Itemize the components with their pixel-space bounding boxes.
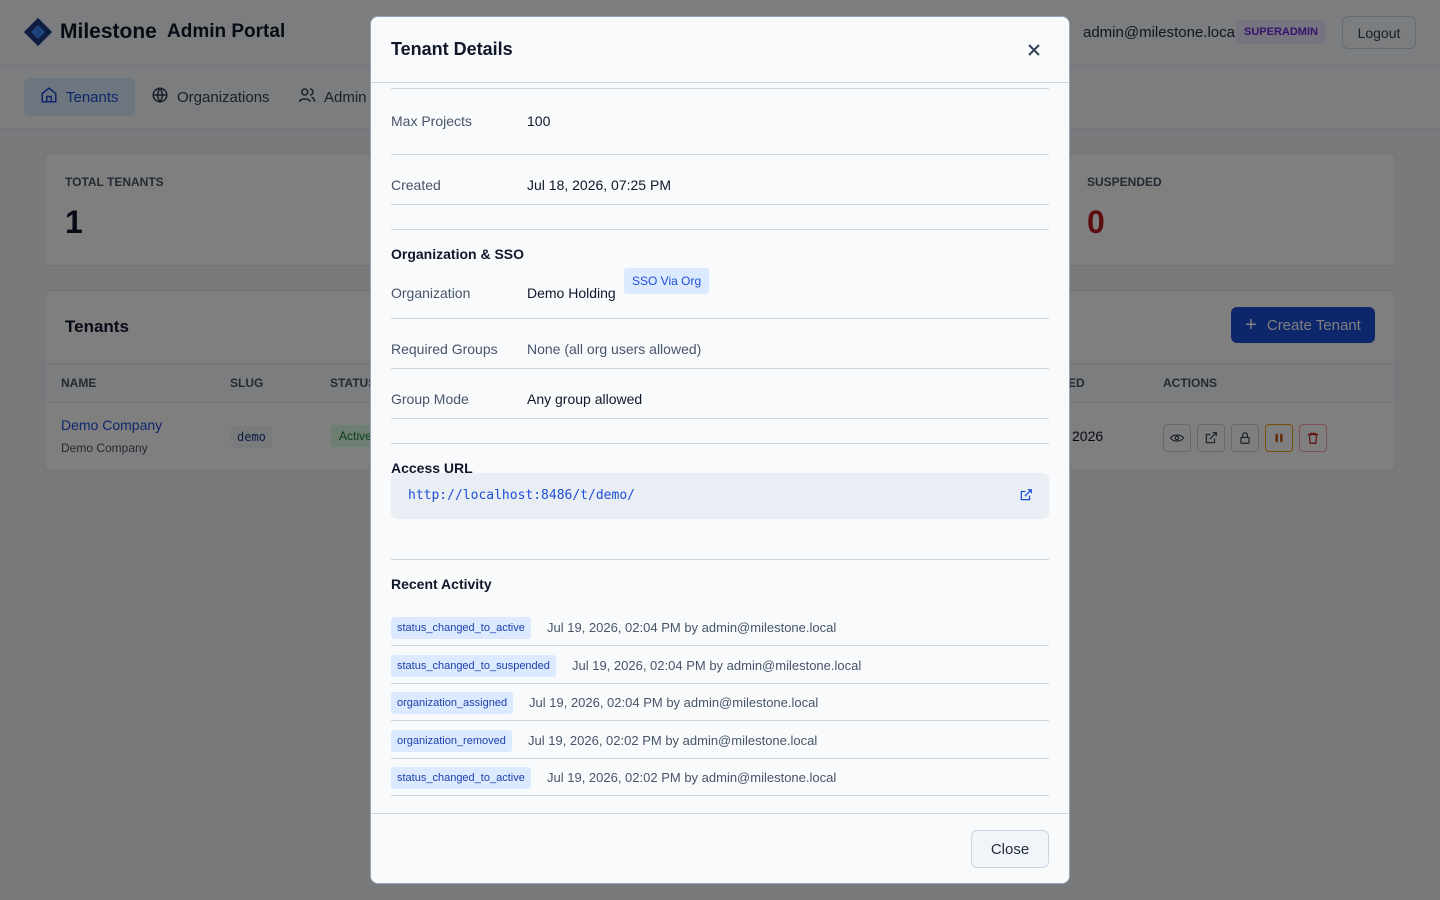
detail-row-required-groups: Required Groups None (all org users allo… [391,319,1049,369]
detail-value: None (all org users allowed) [527,341,702,357]
detail-label: Max Projects [391,113,472,129]
activity-action-tag: organization_assigned [391,692,514,714]
modal-header: Tenant Details [371,17,1069,83]
activity-detail: Jul 19, 2026, 02:02 PM by admin@mileston… [528,733,818,748]
activity-item-partial [391,805,1049,813]
detail-row-created: Created Jul 18, 2026, 07:25 PM [391,155,1049,205]
detail-label: Required Groups [391,341,498,357]
activity-detail: Jul 19, 2026, 02:04 PM by admin@mileston… [547,620,837,635]
activity-detail: Jul 19, 2026, 02:02 PM by admin@mileston… [547,770,837,785]
detail-label: Organization [391,285,471,301]
activity-action-tag: organization_removed [391,730,512,752]
activity-action-tag: status_changed_to_active [391,767,531,789]
modal-title: Tenant Details [391,39,513,59]
activity-item: organization_assigned Jul 19, 2026, 02:0… [391,684,1049,721]
section-divider [391,229,1049,230]
detail-value: 100 [527,113,551,129]
activity-action-tag: status_changed_to_active [391,617,531,639]
modal-footer: Close [371,813,1069,883]
detail-label: Created [391,177,441,193]
section-divider [391,443,1049,444]
activity-item: status_changed_to_active Jul 19, 2026, 0… [391,759,1049,796]
activity-detail: Jul 19, 2026, 02:04 PM by admin@mileston… [529,695,819,710]
close-icon[interactable] [1025,41,1043,59]
detail-row-max-projects: Max Projects 100 [391,88,1049,155]
sso-badge: SSO Via Org [624,268,710,294]
detail-label: Group Mode [391,391,469,407]
detail-value: Demo Holding [527,285,616,301]
activity-detail: Jul 19, 2026, 02:04 PM by admin@mileston… [572,658,862,673]
activity-item: status_changed_to_suspended Jul 19, 2026… [391,647,1049,684]
access-url-link[interactable]: http://localhost:8486/t/demo/ [408,488,635,503]
external-link-icon[interactable] [1019,488,1033,507]
section-divider [391,559,1049,560]
section-title-org-sso: Organization & SSO [391,246,525,262]
modal-body[interactable]: Max Projects 100 Created Jul 18, 2026, 0… [391,83,1049,813]
activity-item: organization_removed Jul 19, 2026, 02:02… [391,722,1049,759]
detail-value: Jul 18, 2026, 07:25 PM [527,177,671,193]
detail-value: Any group allowed [527,391,643,407]
activity-action-tag: status_changed_to_suspended [391,655,556,677]
activity-item: status_changed_to_active Jul 19, 2026, 0… [391,609,1049,646]
tenant-details-modal: Tenant Details Max Projects 100 Created … [370,16,1070,884]
access-url-box: http://localhost:8486/t/demo/ [391,473,1049,519]
detail-row-organization: Organization Demo Holding [391,267,1049,319]
close-button[interactable]: Close [971,830,1049,868]
section-title-recent-activity: Recent Activity [391,576,492,592]
detail-row-group-mode: Group Mode Any group allowed [391,369,1049,419]
